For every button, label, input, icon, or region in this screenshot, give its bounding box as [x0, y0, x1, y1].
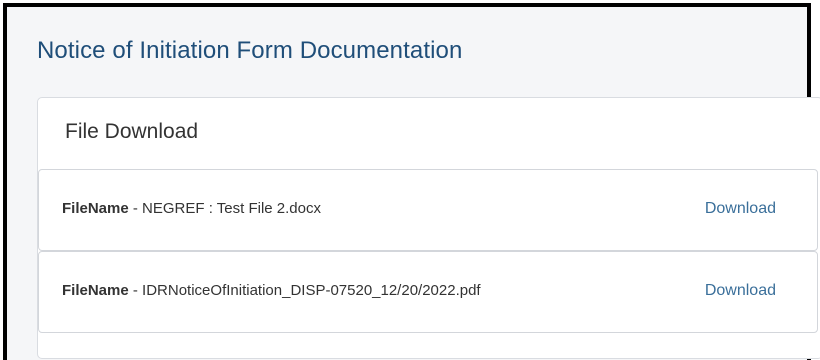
file-download-card: File Download FileName - NEGREF : Test F… [37, 97, 820, 359]
file-label: FileName - IDRNoticeOfInitiation_DISP-07… [62, 282, 481, 299]
file-name-separator: - [128, 200, 143, 217]
download-link[interactable]: Download [705, 282, 776, 300]
file-name-value: IDRNoticeOfInitiation_DISP-07520_12/20/2… [142, 282, 481, 299]
page-title: Notice of Initiation Form Documentation [37, 37, 463, 64]
file-name-key: FileName [62, 200, 129, 217]
card-header: File Download [65, 120, 199, 143]
file-label: FileName - NEGREF : Test File 2.docx [62, 200, 321, 217]
file-name-separator: - [128, 282, 143, 299]
file-name-value: NEGREF : Test File 2.docx [142, 200, 321, 217]
download-link[interactable]: Download [705, 200, 776, 218]
file-name-key: FileName [62, 282, 129, 299]
page-frame: Notice of Initiation Form Documentation … [3, 3, 820, 360]
file-row: FileName - IDRNoticeOfInitiation_DISP-07… [38, 251, 818, 333]
file-row: FileName - NEGREF : Test File 2.docx Dow… [38, 169, 818, 251]
